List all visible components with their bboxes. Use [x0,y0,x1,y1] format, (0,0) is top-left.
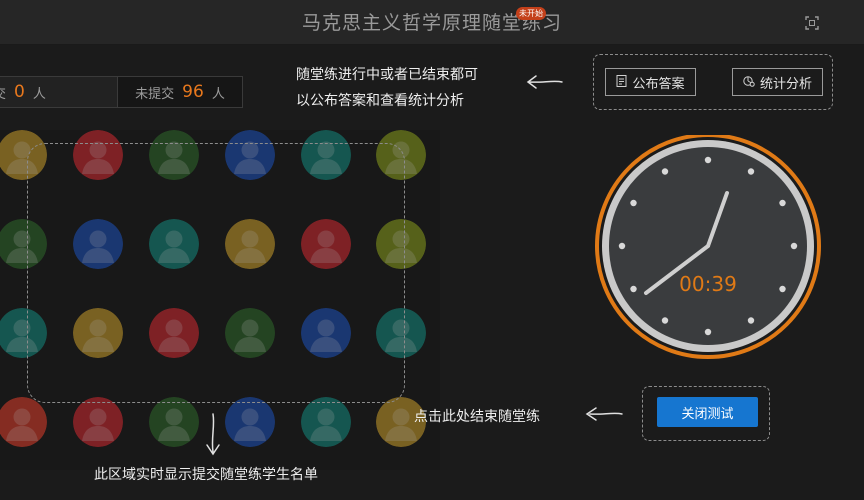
submission-counter: 交 0 人 未提交 96 人 [0,76,243,108]
submitted-unit: 人 [32,86,46,102]
clock-tick [747,317,755,324]
publish-answer-label: 公布答案 [632,76,685,92]
clock-tick [704,328,712,336]
list-tip: 此区域实时显示提交随堂练学生名单 [94,467,318,483]
student-list-highlight [27,143,405,403]
clock-time: 00:39 [679,272,737,296]
clock-tick [630,285,637,293]
publish-answer-button[interactable]: 公布答案 [605,68,696,96]
student-avatar[interactable] [73,397,123,447]
unsubmitted-unit: 人 [211,86,225,102]
answer-tip-line1: 随堂练进行中或者已结束都可 [296,67,478,83]
student-avatar[interactable] [301,397,351,447]
submitted-label: 交 [0,83,6,102]
person-icon [0,397,47,447]
student-avatar[interactable] [0,397,47,447]
unsubmitted-count: 96 [182,82,204,102]
submitted-counter[interactable]: 交 0 人 [0,77,117,107]
person-icon [301,397,351,447]
fullscreen-icon-svg [805,16,819,30]
down-arrow-icon [206,413,220,456]
status-badge: 未开始 [516,7,546,20]
page-title: 马克思主义哲学原理随堂练习 [301,12,562,34]
unsubmitted-counter[interactable]: 未提交 96 人 [118,77,242,107]
clock-tick [779,199,786,207]
close-test-button[interactable]: 关闭测试 [657,397,758,427]
clock-tick [661,168,669,175]
answer-tip-line2: 以公布答案和查看统计分析 [296,93,464,109]
left-arrow-icon [526,75,563,89]
person-icon [149,397,199,447]
answer-tip: 随堂练进行中或者已结束都可 以公布答案和查看统计分析 [296,62,478,114]
person-icon [225,397,275,447]
clock-tick [779,285,786,293]
student-avatar[interactable] [225,397,275,447]
clock-tick [618,242,626,250]
submitted-count: 0 [14,82,25,102]
statistics-button[interactable]: 统计分析 [732,68,823,96]
end-tip: 点击此处结束随堂练 [414,409,540,425]
left-arrow-icon [585,407,623,421]
document-icon [616,74,627,90]
clock-tick [747,168,755,175]
clock-tick [704,156,712,164]
person-icon [73,397,123,447]
statistics-label: 统计分析 [759,76,812,92]
countdown-clock: 00:39 [595,135,821,359]
clock-tick [630,199,637,207]
top-bar: 马克思主义哲学原理随堂练习 未开始 [0,0,864,45]
student-avatar[interactable] [149,397,199,447]
clock-tick [790,242,798,250]
clock-tick [661,317,669,324]
unsubmitted-label: 未提交 [135,86,175,102]
chart-icon [743,75,755,90]
fullscreen-icon[interactable] [805,16,819,30]
